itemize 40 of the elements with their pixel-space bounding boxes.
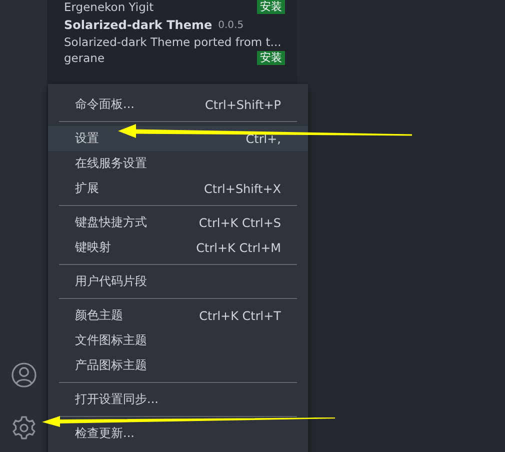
menu-item-label: 检查更新... [75, 425, 134, 442]
menu-shortcut: Ctrl+Shift+P [205, 98, 281, 112]
extension-author: Ergenekon Yigit [64, 0, 154, 14]
menu-item-label: 键映射 [75, 239, 111, 256]
menu-item[interactable]: 用户代码片段 [48, 269, 308, 294]
menu-item-label: 用户代码片段 [75, 273, 147, 290]
menu-item[interactable]: 扩展 Ctrl+Shift+X [48, 176, 308, 201]
menu-item-label: 文件图标主题 [75, 332, 147, 349]
menu-shortcut: Ctrl+Shift+X [204, 182, 281, 196]
account-icon[interactable] [10, 362, 36, 388]
menu-item[interactable]: 命令面板... Ctrl+Shift+P [48, 92, 308, 117]
menu-item-label: 在线服务设置 [75, 155, 147, 172]
menu-item[interactable]: 键盘快捷方式 Ctrl+K Ctrl+S [48, 210, 308, 235]
install-button[interactable]: 安装 [257, 0, 285, 14]
menu-item-label: 命令面板... [75, 96, 134, 113]
extension-item[interactable]: Solarized-dark Theme 0.0.5 Solarized-dark Theme ported from t... gerane 安装 [47, 14, 297, 71]
menu-item-label: 颜色主题 [75, 307, 123, 324]
install-button[interactable]: 安装 [257, 51, 285, 65]
menu-item[interactable]: 检查更新... [48, 421, 308, 446]
menu-item[interactable]: 颜色主题 Ctrl+K Ctrl+T [48, 303, 308, 328]
menu-item-label: 键盘快捷方式 [75, 214, 147, 231]
menu-item[interactable]: 产品图标主题 [48, 353, 308, 378]
extension-version: 0.0.5 [218, 20, 244, 30]
menu-item[interactable]: 键映射 Ctrl+K Ctrl+M [48, 235, 308, 260]
menu-shortcut: Ctrl+K Ctrl+S [198, 216, 281, 230]
menu-item[interactable]: 文件图标主题 [48, 328, 308, 353]
menu-item-label: 扩展 [75, 180, 99, 197]
extension-name: Solarized-dark Theme [64, 18, 212, 32]
menu-item[interactable]: 打开设置同步... [48, 387, 308, 412]
menu-item[interactable]: 在线服务设置 [48, 151, 308, 176]
menu-shortcut: Ctrl+K Ctrl+M [196, 240, 281, 254]
menu-item-label: 产品图标主题 [75, 357, 147, 374]
settings-icon[interactable] [10, 415, 36, 441]
menu-item-label: 打开设置同步... [75, 391, 158, 408]
menu-shortcut: Ctrl+K Ctrl+T [199, 308, 281, 322]
menu-item-label: 设置 [75, 130, 99, 147]
extension-item[interactable]: Ergenekon Yigit 安装 [47, 0, 297, 14]
extension-author: gerane [64, 51, 105, 65]
menu-shortcut: Ctrl+, [246, 132, 281, 146]
extension-description: Solarized-dark Theme ported from t... [64, 35, 282, 49]
